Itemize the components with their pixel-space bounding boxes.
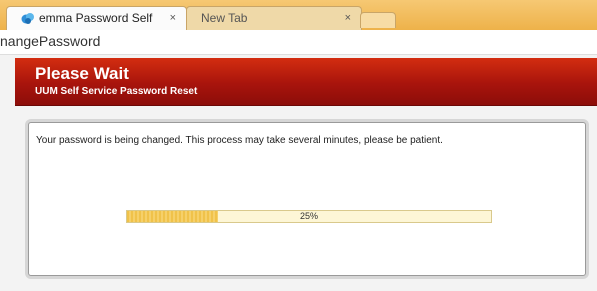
new-tab-button[interactable] — [360, 12, 396, 28]
progress-bar: 25% — [126, 210, 492, 223]
tab-new-tab[interactable]: New Tab × — [186, 6, 362, 30]
tab-title: New Tab — [201, 11, 248, 25]
tab-title: emma Password Self — [39, 11, 153, 25]
url-text[interactable]: nangePassword — [0, 33, 100, 49]
browser-tab-strip: emma Password Self × New Tab × — [0, 0, 597, 30]
tab-emma-password[interactable]: emma Password Self × — [6, 6, 187, 30]
page-title: Please Wait — [35, 64, 129, 83]
tab-close-icon[interactable]: × — [345, 7, 351, 29]
page-subtitle: UUM Self Service Password Reset — [35, 86, 198, 97]
header-banner: Please Wait UUM Self Service Password Re… — [15, 58, 597, 106]
status-message: Your password is being changed. This pro… — [36, 135, 443, 146]
progress-percent-label: 25% — [299, 211, 318, 221]
address-bar[interactable]: nangePassword — [0, 30, 597, 55]
emma-favicon-icon — [21, 13, 34, 24]
page-content: Please Wait UUM Self Service Password Re… — [0, 55, 597, 291]
status-panel: Your password is being changed. This pro… — [28, 122, 586, 276]
tab-close-icon[interactable]: × — [170, 7, 176, 29]
